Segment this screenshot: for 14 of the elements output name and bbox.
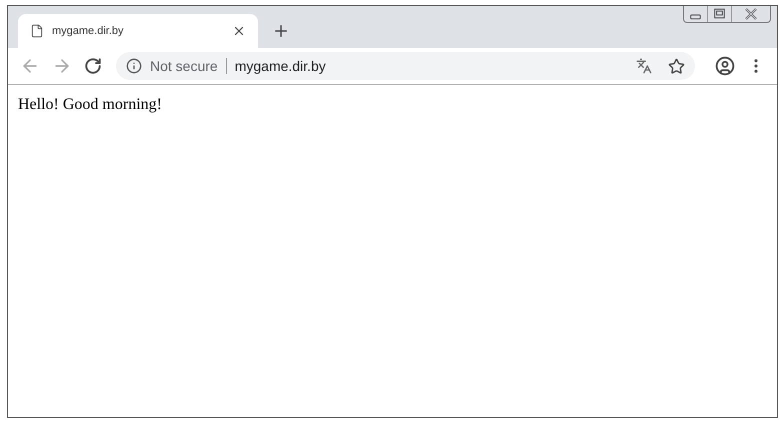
- page-icon: [30, 24, 44, 38]
- info-icon[interactable]: [126, 58, 142, 74]
- tab-title: mygame.dir.by: [52, 24, 125, 39]
- new-tab-icon[interactable]: [272, 22, 290, 40]
- close-icon[interactable]: [232, 24, 246, 38]
- url-text: mygame.dir.by: [234, 56, 327, 76]
- profile-icon[interactable]: [715, 56, 735, 76]
- bookmark-star-icon[interactable]: [668, 58, 685, 74]
- translate-icon[interactable]: [636, 58, 652, 74]
- browser-tab[interactable]: mygame.dir.by: [18, 14, 258, 48]
- page-text: Hello! Good morning!: [18, 95, 162, 115]
- reload-icon[interactable]: [84, 57, 102, 75]
- address-bar[interactable]: Not secure mygame.dir.by: [116, 52, 695, 80]
- security-label: Not secure: [150, 56, 218, 76]
